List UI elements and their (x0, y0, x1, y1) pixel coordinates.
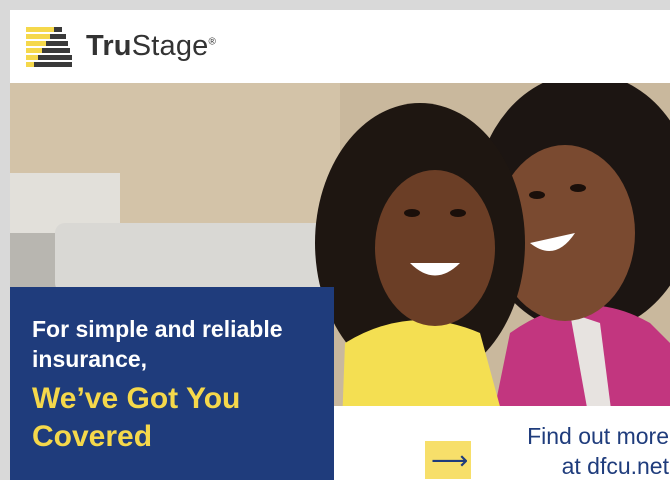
cta-arrow-button[interactable]: ⟶ (425, 441, 471, 479)
trustage-logo-icon (26, 27, 72, 67)
cta-line-2: at dfcu.net (561, 453, 669, 479)
ad-tagline: For simple and reliable insurance, (32, 316, 283, 372)
brand-wordmark: TruStage® (86, 30, 216, 63)
ad-header: TruStage® (10, 10, 670, 83)
cta-panel[interactable]: ⟶ Find out more at dfcu.net (334, 406, 670, 480)
arrow-right-icon: ⟶ (431, 446, 469, 476)
cta-line-1: Find out more (527, 423, 669, 449)
insurance-ad-banner[interactable]: TruStage® For simple and reliable insura… (10, 10, 670, 480)
ad-headline: We’ve Got You Covered (32, 382, 241, 453)
trademark-symbol: ® (208, 36, 217, 48)
cta-link[interactable]: Find out more at dfcu.net (484, 421, 670, 480)
message-panel: For simple and reliable insurance, We’ve… (10, 287, 334, 480)
brand-name-regular: Stage (131, 30, 209, 62)
brand-name-bold: Tru (86, 30, 132, 62)
